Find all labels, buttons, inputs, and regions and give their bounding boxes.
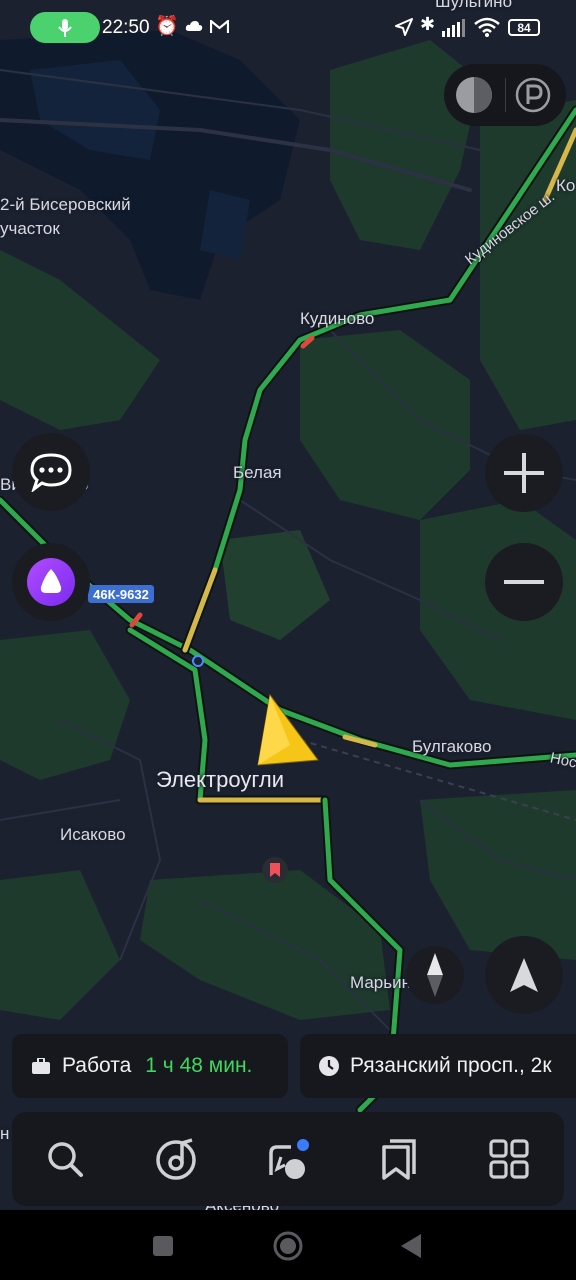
- layers-icon: [456, 77, 492, 113]
- tab-bookmarks[interactable]: [374, 1134, 424, 1184]
- alice-icon: [27, 558, 75, 606]
- map-label-belaya: Белая: [233, 463, 282, 482]
- tab-music[interactable]: [152, 1134, 202, 1184]
- route-card-work[interactable]: Работа 1 ч 48 мин.: [12, 1034, 288, 1098]
- locate-me-button[interactable]: [485, 936, 563, 1014]
- map-layers-panel: [444, 64, 566, 126]
- navigation-arrow-icon: [510, 958, 538, 992]
- compass-icon: [427, 953, 443, 997]
- music-icon: [156, 1138, 196, 1180]
- map-label-left-edge: н: [0, 1124, 10, 1143]
- briefcase-icon: [32, 1058, 50, 1074]
- map-label-isakovo: Исаково: [60, 825, 126, 844]
- recents-button[interactable]: [152, 1235, 174, 1257]
- gmail-icon: [210, 20, 229, 33]
- map-label-ko: Ко: [556, 176, 576, 195]
- map-label-elektrougli: Электроугли: [156, 767, 284, 792]
- chat-button[interactable]: [12, 433, 90, 511]
- bookmarks-icon: [382, 1139, 416, 1180]
- services-icon: [489, 1139, 529, 1179]
- bottom-tab-bar: [12, 1112, 564, 1206]
- wifi-icon: [474, 17, 500, 37]
- zoom-out-button[interactable]: [485, 543, 563, 621]
- tab-search[interactable]: [40, 1134, 90, 1184]
- tab-services[interactable]: [484, 1134, 534, 1184]
- clock: 22:50: [102, 17, 150, 38]
- bluetooth-icon: ✱: [420, 14, 436, 34]
- route-title: Работа: [62, 1054, 132, 1077]
- back-button[interactable]: [400, 1233, 422, 1259]
- map-label-uchastok: участок: [0, 219, 60, 238]
- plus-icon: [504, 453, 544, 493]
- route-time: 1 ч 48 мин.: [145, 1054, 253, 1077]
- road-number-badge: 46К-9632: [88, 585, 154, 603]
- route-title: Рязанский просп., 2к: [350, 1054, 552, 1077]
- layers-button[interactable]: [452, 73, 496, 117]
- compass-button[interactable]: [406, 946, 464, 1004]
- status-bar: 22:50 ⏰ ✱ 84: [0, 0, 576, 56]
- alice-button[interactable]: [12, 543, 90, 621]
- mic-icon: [58, 18, 72, 37]
- parking-button[interactable]: [514, 76, 552, 114]
- map-label-kudinovo: Кудиново: [300, 309, 375, 328]
- tab-navigator[interactable]: [264, 1134, 314, 1184]
- cloud-icon: [185, 21, 203, 31]
- chat-icon: [30, 453, 72, 492]
- parking-icon: [515, 77, 551, 113]
- map-label-biserovsky: 2-й Бисеровский: [0, 195, 131, 214]
- mic-indicator: [30, 12, 100, 43]
- route-card-recent[interactable]: Рязанский просп., 2к: [300, 1034, 576, 1098]
- minus-icon: [504, 580, 544, 584]
- zoom-in-button[interactable]: [485, 434, 563, 512]
- navigator-icon: [269, 1139, 309, 1179]
- alarm-icon: ⏰: [155, 16, 179, 37]
- system-navigation-bar: [0, 1210, 576, 1280]
- location-icon: [395, 18, 413, 36]
- clock-icon: [319, 1056, 339, 1076]
- home-button[interactable]: [272, 1230, 304, 1262]
- search-icon: [48, 1142, 83, 1177]
- map-label-bulgakovo: Булгаково: [412, 737, 492, 756]
- battery-indicator: 84: [508, 19, 540, 36]
- divider: [505, 78, 506, 112]
- signal-icon: [442, 19, 465, 37]
